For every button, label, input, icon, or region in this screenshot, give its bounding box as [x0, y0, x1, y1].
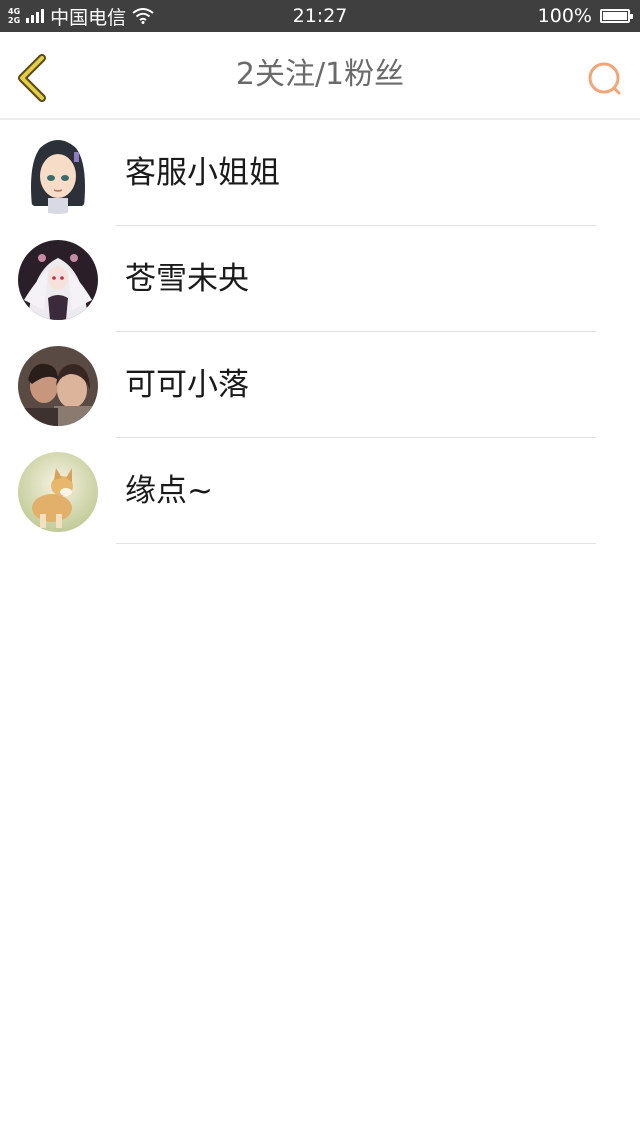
- white-hair-anime-avatar: [18, 240, 98, 320]
- anime-girl-avatar: [18, 134, 98, 214]
- list-item[interactable]: 客服小姐姐: [0, 120, 640, 226]
- battery-icon: [600, 9, 633, 23]
- divider: [116, 543, 596, 544]
- search-icon: [588, 62, 621, 95]
- status-bar: 4G 2G 中国电信 21:27 100%: [0, 0, 640, 32]
- user-name: 可可小落: [125, 367, 249, 403]
- header-bar: 2关注/1粉丝: [0, 32, 640, 120]
- list-item[interactable]: 苍雪未央: [0, 226, 640, 332]
- search-button[interactable]: [586, 60, 626, 100]
- user-name: 客服小姐姐: [125, 155, 280, 191]
- status-bar-right: 100%: [537, 0, 633, 32]
- battery-percent: 100%: [537, 5, 592, 27]
- list-item[interactable]: 可可小落: [0, 332, 640, 438]
- user-list: 客服小姐姐 苍雪未央 可可小落 缘点~: [0, 120, 640, 544]
- couple-photo-avatar: [18, 346, 98, 426]
- list-item[interactable]: 缘点~: [0, 438, 640, 544]
- battery-fill: [603, 12, 627, 20]
- user-name: 缘点~: [125, 473, 213, 509]
- user-name: 苍雪未央: [125, 261, 249, 297]
- corgi-dog-avatar: [18, 452, 98, 532]
- page-title: 2关注/1粉丝: [235, 57, 405, 92]
